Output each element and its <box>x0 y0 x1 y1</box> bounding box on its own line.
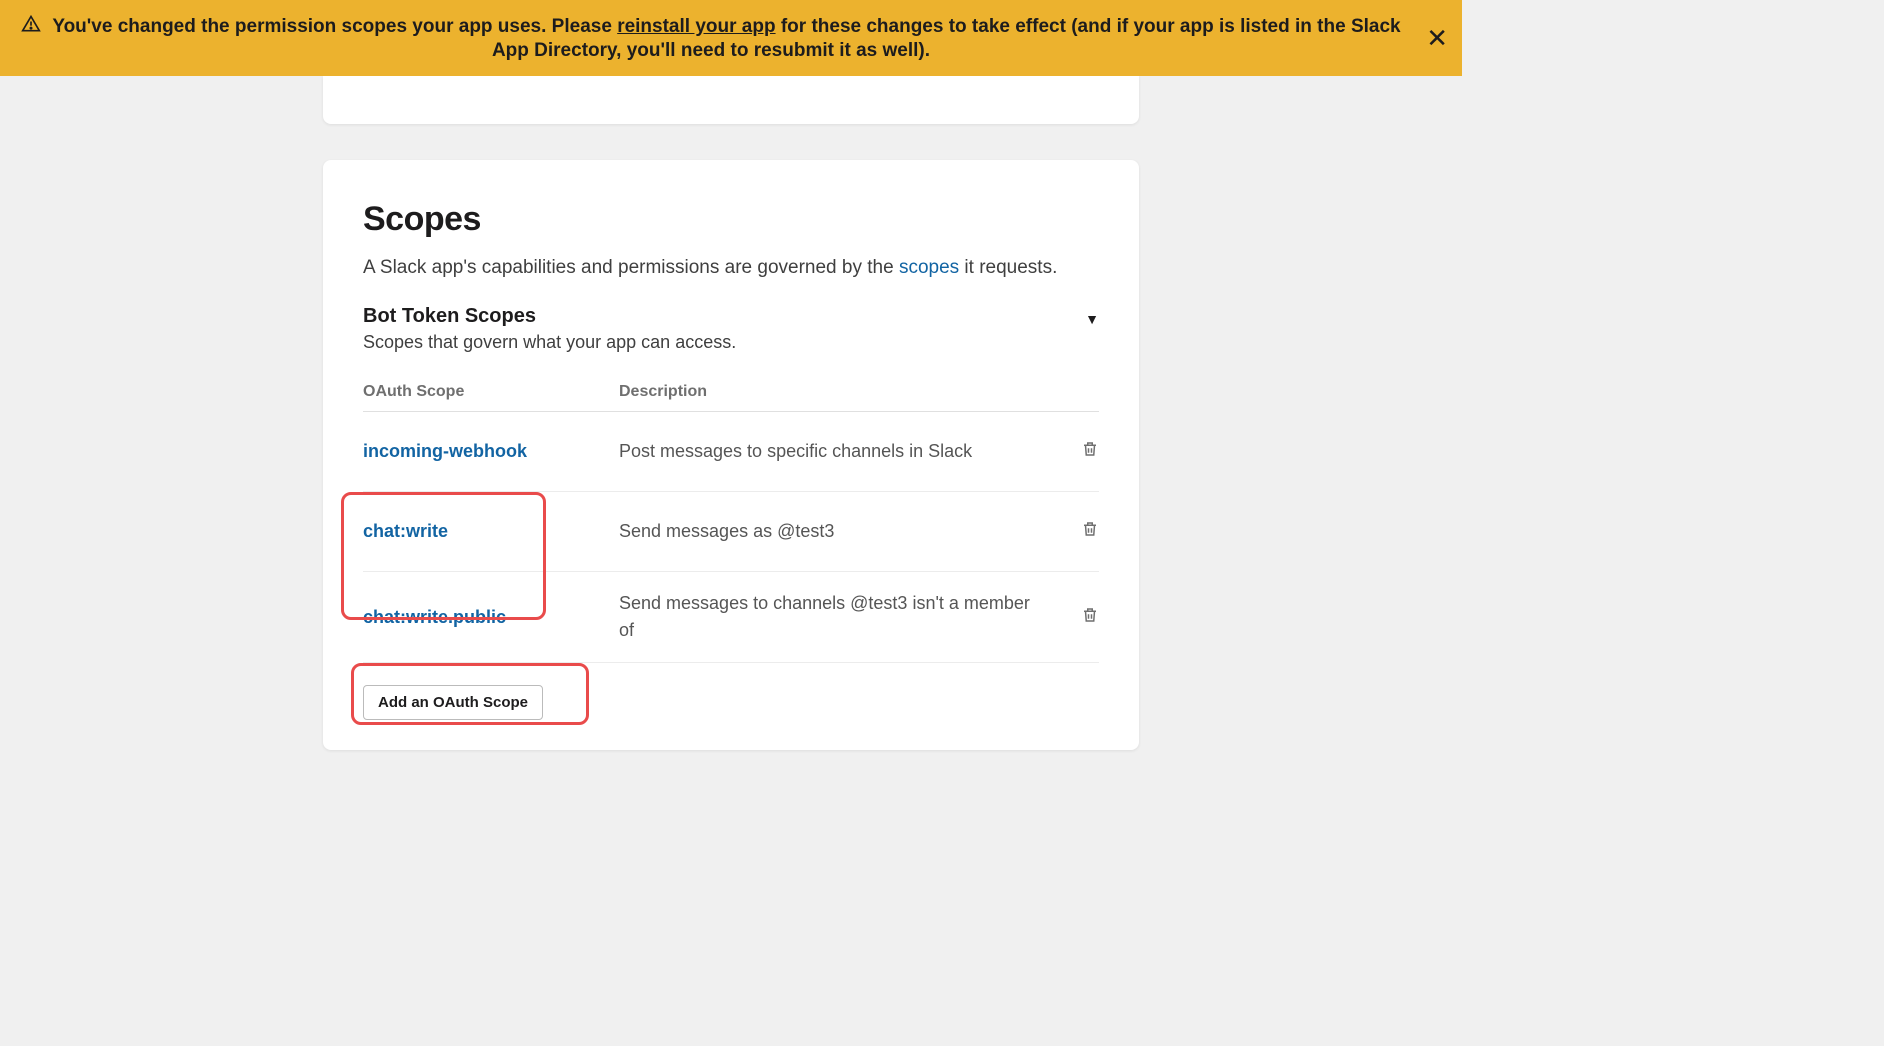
bot-token-subtitle: Scopes that govern what your app can acc… <box>363 332 736 353</box>
scopes-description: A Slack app's capabilities and permissio… <box>363 257 1099 279</box>
trash-icon[interactable] <box>1059 439 1099 464</box>
col-header-desc: Description <box>619 383 1059 401</box>
banner-text-before: You've changed the permission scopes you… <box>52 16 617 37</box>
add-oauth-scope-button[interactable]: Add an OAuth Scope <box>363 685 543 720</box>
reinstall-app-link[interactable]: reinstall your app <box>617 16 775 37</box>
scope-name[interactable]: chat:write.public <box>363 607 506 627</box>
scope-name[interactable]: incoming-webhook <box>363 441 527 461</box>
scope-name[interactable]: chat:write <box>363 521 448 541</box>
trash-icon[interactable] <box>1059 605 1099 630</box>
scope-description: Send messages to channels @test3 isn't a… <box>619 590 1059 644</box>
scopes-link[interactable]: scopes <box>899 257 959 278</box>
warning-icon <box>21 14 41 40</box>
scopes-title: Scopes <box>363 200 1099 239</box>
table-row: chat:write Send messages as @test3 <box>363 492 1099 572</box>
bot-token-title: Bot Token Scopes <box>363 305 736 328</box>
table-header: OAuth Scope Description <box>363 383 1099 412</box>
col-header-scope: OAuth Scope <box>363 383 619 401</box>
bot-token-scopes-header[interactable]: Bot Token Scopes Scopes that govern what… <box>363 305 1099 383</box>
scope-description: Send messages as @test3 <box>619 518 1059 545</box>
previous-card-bottom <box>323 76 1139 124</box>
chevron-down-icon[interactable]: ▼ <box>1085 311 1099 327</box>
table-row: incoming-webhook Post messages to specif… <box>363 412 1099 492</box>
trash-icon[interactable] <box>1059 519 1099 544</box>
scope-description: Post messages to specific channels in Sl… <box>619 438 1059 465</box>
warning-banner: You've changed the permission scopes you… <box>0 0 1462 76</box>
scopes-table: OAuth Scope Description incoming-webhook… <box>363 383 1099 720</box>
close-icon[interactable]: ✕ <box>1426 25 1448 51</box>
scopes-card: Scopes A Slack app's capabilities and pe… <box>323 160 1139 750</box>
table-row: chat:write.public Send messages to chann… <box>363 572 1099 663</box>
